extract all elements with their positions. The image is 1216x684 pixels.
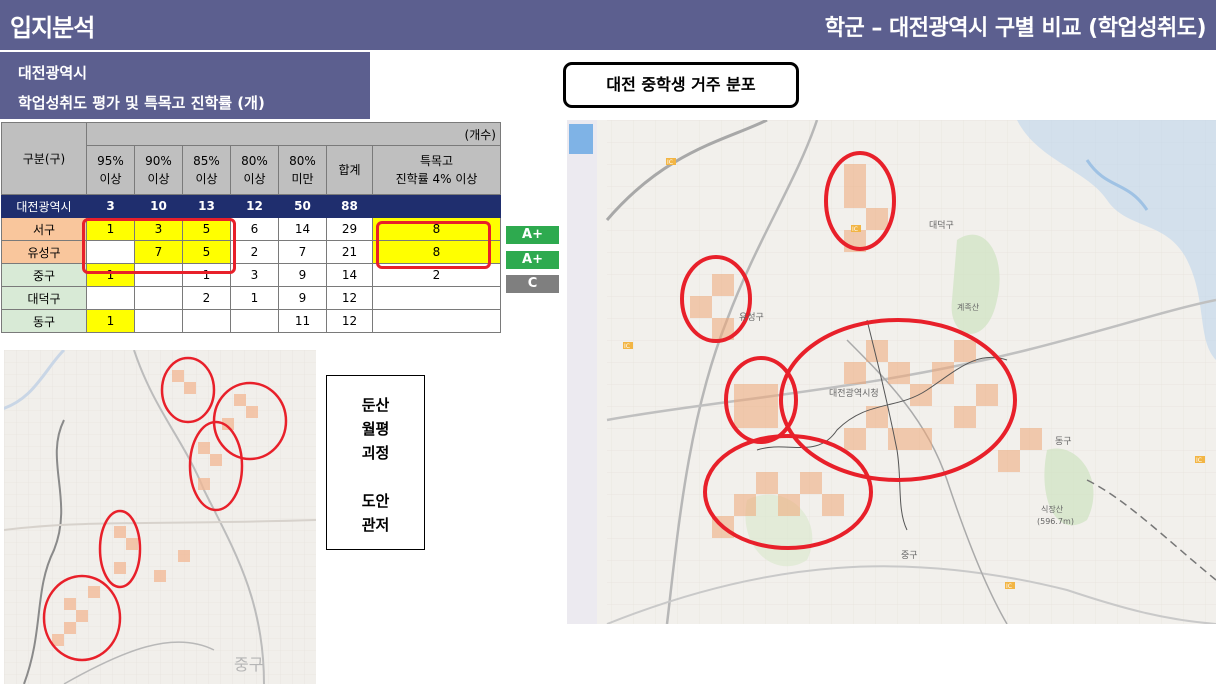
grade-badge-junggu: C: [506, 275, 559, 293]
section-title: 입지분석: [10, 14, 95, 42]
svg-text:식장산: 식장산: [1041, 504, 1064, 514]
row-label: 유성구: [1, 240, 87, 264]
highlight-box-special: [376, 221, 491, 269]
area-label: 관저: [361, 516, 390, 534]
col-header-85: 85% 이상: [182, 145, 231, 195]
svg-text:중구: 중구: [901, 550, 918, 561]
svg-text:대전광역시청: 대전광역시청: [829, 387, 879, 399]
cell-special: [372, 194, 501, 218]
area-label: 둔산: [361, 396, 390, 414]
table-caption-box: 대전광역시 학업성취도 평가 및 특목고 진학률 (개): [0, 50, 370, 119]
svg-text:IC: IC: [624, 343, 630, 350]
map-title-box: 대전 중학생 거주 분포: [563, 62, 799, 108]
cell: [86, 286, 135, 310]
cell-total: 14: [326, 263, 373, 287]
grade-badge-yuseong: A+: [506, 251, 559, 269]
caption-desc: 학업성취도 평가 및 특목고 진학률 (개): [18, 94, 265, 112]
cell-special: [372, 286, 501, 310]
cell: 2: [230, 240, 279, 264]
cell-special: [372, 309, 501, 333]
cell: 9: [278, 263, 327, 287]
row-label: 대전광역시: [1, 194, 87, 218]
cell: 1: [230, 286, 279, 310]
col-header-80up: 80% 이상: [230, 145, 279, 195]
area-label: 괴정: [361, 444, 390, 462]
svg-text:대덕구: 대덕구: [929, 220, 954, 231]
slide-title: 학군 – 대전광역시 구별 비교 (학업성취도): [824, 16, 1207, 41]
cell: [182, 309, 231, 333]
row-label: 대덕구: [1, 286, 87, 310]
header-bar: 입지분석 학군 – 대전광역시 구별 비교 (학업성취도): [0, 0, 1216, 50]
row-label: 중구: [1, 263, 87, 287]
svg-text:유성구: 유성구: [739, 312, 764, 323]
area-label: 도안: [361, 492, 390, 510]
col-header-95: 95% 이상: [86, 145, 135, 195]
cell-total: 88: [326, 194, 373, 218]
row-label: 동구: [1, 309, 87, 333]
col-header-total: 합계: [326, 145, 373, 195]
svg-text:IC: IC: [852, 226, 858, 233]
unit-label: (개수): [86, 122, 501, 146]
col-header-district: 구분(구): [1, 122, 87, 195]
grade-badge-seogu: A+: [506, 226, 559, 244]
svg-text:IC: IC: [1196, 457, 1202, 464]
cell: 6: [230, 217, 279, 241]
cell: 11: [278, 309, 327, 333]
area-label: 월평: [361, 420, 390, 438]
col-header-90: 90% 이상: [134, 145, 183, 195]
cell: 12: [230, 194, 279, 218]
row-label: 서구: [1, 217, 87, 241]
map-title: 대전 중학생 거주 분포: [606, 75, 756, 94]
svg-text:중구: 중구: [234, 655, 263, 674]
cell: [134, 309, 183, 333]
cell-total: 12: [326, 309, 373, 333]
small-density-map: 중구: [4, 350, 316, 684]
col-header-80down: 80% 미만: [278, 145, 327, 195]
table-row-daejeon: 대전광역시 3 10 13 12 50 88: [1, 194, 501, 218]
cell: 50: [278, 194, 327, 218]
cell: 2: [182, 286, 231, 310]
cell: 10: [134, 194, 183, 218]
cell: 3: [86, 194, 135, 218]
cell-total: 21: [326, 240, 373, 264]
cell: 13: [182, 194, 231, 218]
area-labels-box: 둔산 월평 괴정 도안 관저: [326, 375, 425, 550]
cell: 1: [86, 309, 135, 333]
svg-text:IC: IC: [1006, 583, 1012, 590]
cell: 3: [230, 263, 279, 287]
cell-total: 29: [326, 217, 373, 241]
cell: 9: [278, 286, 327, 310]
cell-total: 12: [326, 286, 373, 310]
table-row-donggu: 동구 1 11 12: [1, 309, 501, 333]
col-header-special: 특목고 진학률 4% 이상: [372, 145, 501, 195]
cell: [134, 286, 183, 310]
caption-city: 대전광역시: [18, 64, 88, 82]
highlight-box-scores: [82, 218, 236, 274]
table-row-daedeokgu: 대덕구 2 1 9 12: [1, 286, 501, 310]
cell: 14: [278, 217, 327, 241]
svg-text:(596.7m): (596.7m): [1037, 517, 1074, 526]
svg-text:동구: 동구: [1055, 436, 1072, 447]
cell: 7: [278, 240, 327, 264]
daejeon-density-map: 대덕구 유성구 대전광역시청 동구 중구 계족산 식장산 (596.7m) IC…: [567, 120, 1216, 624]
cell: [230, 309, 279, 333]
svg-text:IC: IC: [667, 159, 673, 166]
svg-text:계족산: 계족산: [957, 302, 980, 312]
